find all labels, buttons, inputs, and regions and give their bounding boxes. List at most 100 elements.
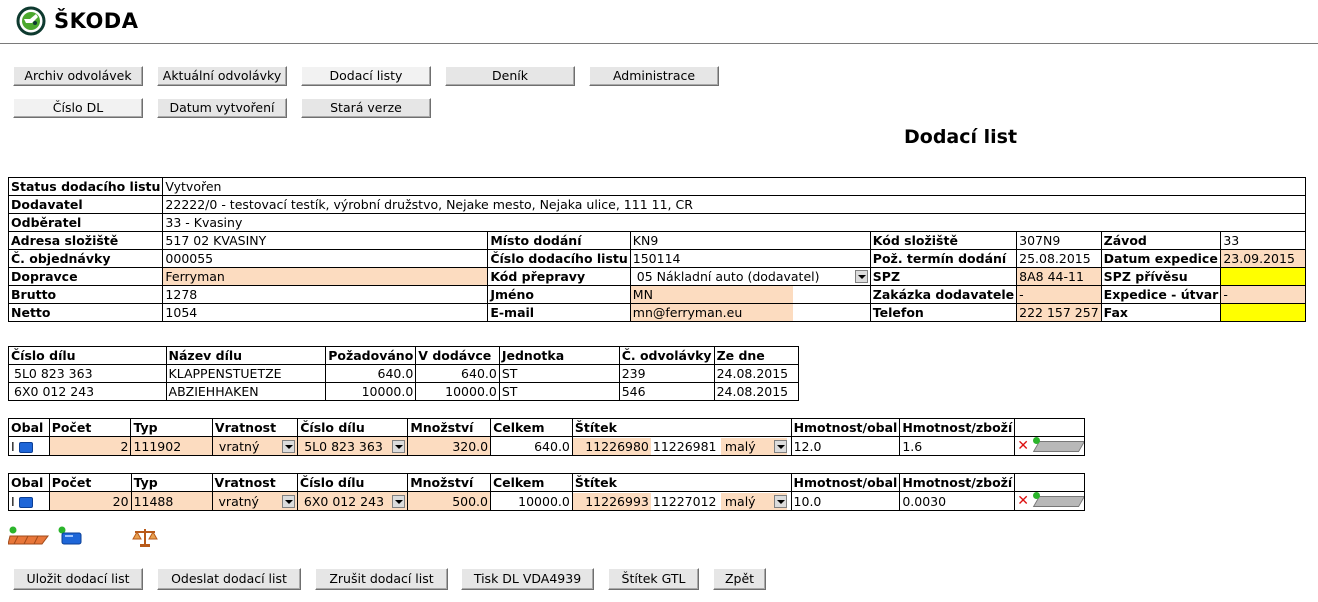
chevron-down-icon[interactable] [773, 494, 787, 508]
delivery-header-table: Status dodacího listu Vytvořen Dodavatel 2… [7, 177, 1306, 322]
zrusit-button[interactable]: Zrušit dodací list [315, 568, 448, 590]
expedice-utvar-field[interactable]: - [1220, 285, 1306, 304]
stitek-from-field[interactable]: 11226993 [573, 492, 651, 510]
pack-header-cell [1014, 473, 1085, 492]
chevron-down-icon[interactable] [773, 439, 787, 453]
spz-field[interactable]: 8A8 44-11 [1016, 267, 1102, 286]
vratnost-select[interactable]: vratný [211, 491, 298, 511]
ulozit-button[interactable]: Uložit dodací list [13, 568, 143, 590]
pack-header-cell: Vratnost [211, 418, 299, 437]
add-dot-icon [1032, 492, 1040, 499]
kod-prepravy-select[interactable]: 05 Nákladní auto (dodavatel) [629, 267, 871, 286]
typ-field[interactable]: 111902 [130, 436, 213, 456]
zavod-value: 33 [1220, 231, 1306, 250]
typ-field[interactable]: 11488 [130, 491, 213, 511]
size-select[interactable]: malý [720, 437, 787, 455]
nav-aktualni-button[interactable]: Aktuální odvolávky [157, 66, 287, 86]
pack-header-cell: Hmotnost/obal [790, 418, 901, 437]
page-title: Dodací list [904, 126, 1018, 148]
nav-datum-vytvoreni-button[interactable]: Datum vytvoření [157, 98, 287, 118]
delete-icon[interactable]: ✕ [1017, 493, 1029, 509]
table-row: I 20 11488 vratný 6X0 012 243 500.0 1000… [8, 491, 1085, 511]
chevron-down-icon[interactable] [282, 439, 296, 453]
fax-label: Fax [1100, 303, 1222, 322]
stitek-gtl-button[interactable]: Štítek GTL [608, 568, 699, 590]
cislo-dl-value: 150114 [629, 249, 871, 268]
tisk-button[interactable]: Tisk DL VDA4939 [461, 568, 594, 590]
adresa-label: Adresa složiště [7, 231, 164, 250]
dopravce-field[interactable]: Ferryman [162, 267, 489, 286]
pack-header-cell: Hmotnost/obal [790, 473, 901, 492]
size-select[interactable]: malý [720, 492, 787, 510]
fax-field[interactable] [1220, 303, 1306, 322]
email-label: E-mail [487, 303, 631, 322]
odeslat-button[interactable]: Odeslat dodací list [157, 568, 301, 590]
add-dot-icon [1032, 437, 1040, 444]
hm-zbozi-value: 1.6 [899, 436, 1016, 456]
scale-icon[interactable] [132, 526, 158, 551]
pack-header-cell: Počet [48, 418, 132, 437]
kod-prepravy-value: 05 Nákladní auto (dodavatel) [636, 269, 820, 284]
objednavka-value: 000055 [162, 249, 489, 268]
chevron-down-icon[interactable] [281, 494, 295, 508]
table-cell: 239 [618, 364, 715, 383]
brutto-value: 1278 [162, 285, 489, 304]
table-cell: 6X0 012 243 [8, 382, 167, 401]
delete-icon[interactable]: ✕ [1017, 438, 1029, 454]
add-row-icon[interactable] [1032, 441, 1084, 452]
table-cell: 24.08.2015 [713, 364, 800, 383]
pack-header-cell: Typ [130, 473, 213, 492]
spz-privesu-label: SPZ přívěsu [1100, 267, 1222, 286]
brand-name: ŠKODA [54, 9, 139, 33]
add-row-icon[interactable] [1032, 496, 1084, 507]
adresa-value: 517 02 KVASINY [162, 231, 489, 250]
mnozstvi-field[interactable]: 500.0 [407, 491, 491, 511]
nav-denik-button[interactable]: Deník [445, 66, 575, 86]
email-field[interactable]: mn@ferryman.eu [631, 304, 793, 321]
pack-header-cell: Číslo dílu [296, 473, 409, 492]
vratnost-value: vratný [218, 438, 260, 454]
netto-value: 1054 [162, 303, 489, 322]
dil-select[interactable]: 6X0 012 243 [296, 491, 409, 511]
dil-value: 6X0 012 243 [303, 493, 385, 509]
dil-select[interactable]: 5L0 823 363 [297, 436, 409, 456]
add-box-icon[interactable] [58, 526, 84, 549]
parts-header-cell: V dodávce [415, 346, 500, 365]
expedice-utvar-label: Expedice - útvar [1100, 285, 1222, 304]
box-icon[interactable] [18, 496, 33, 508]
chevron-down-icon[interactable] [854, 270, 868, 283]
datum-expedice-label: Datum expedice [1100, 249, 1222, 268]
nav-archiv-button[interactable]: Archiv odvolávek [13, 66, 143, 86]
poz-termin-label: Pož. termín dodání [869, 249, 1018, 268]
spz-privesu-field[interactable] [1220, 267, 1306, 286]
box-icon[interactable] [18, 441, 33, 453]
pocet-field[interactable]: 20 [48, 491, 132, 511]
datum-expedice-field[interactable]: 23.09.2015 [1220, 249, 1306, 268]
celkem-value: 640.0 [490, 436, 573, 456]
pack-header-cell: Štítek [571, 473, 792, 492]
nav-cislo-dl-button[interactable]: Číslo DL [13, 98, 143, 118]
dodavatel-value: 22222/0 - testovací testík, výrobní druž… [162, 195, 1306, 214]
pocet-field[interactable]: 2 [48, 436, 132, 456]
misto-value: KN9 [629, 231, 871, 250]
zpet-button[interactable]: Zpět [713, 568, 766, 590]
table-cell: 10000.0 [415, 382, 500, 401]
nav-administrace-button[interactable]: Administrace [589, 66, 719, 86]
telefon-field[interactable]: 222 157 257 [1016, 303, 1102, 322]
vratnost-select[interactable]: vratný [211, 436, 299, 456]
nav-dodaci-listy-button[interactable]: Dodací listy [301, 66, 431, 86]
poz-termin-value: 25.08.2015 [1016, 249, 1102, 268]
jmeno-field[interactable]: MN [631, 286, 793, 303]
mnozstvi-field[interactable]: 320.0 [407, 436, 492, 456]
kod-prepravy-label: Kód přepravy [487, 267, 631, 286]
add-pallet-icon[interactable] [7, 526, 52, 549]
table-cell: 546 [618, 382, 715, 401]
pack-header-cell: Obal [8, 473, 50, 492]
chevron-down-icon[interactable] [392, 439, 406, 453]
stitek-from-field[interactable]: 11226980 [573, 437, 651, 455]
chevron-down-icon[interactable] [392, 494, 406, 508]
brutto-label: Brutto [7, 285, 164, 304]
odberatel-label: Odběratel [7, 213, 164, 232]
nav-stara-verze-button[interactable]: Stará verze [301, 98, 431, 118]
zakazka-field[interactable]: - [1016, 285, 1102, 304]
